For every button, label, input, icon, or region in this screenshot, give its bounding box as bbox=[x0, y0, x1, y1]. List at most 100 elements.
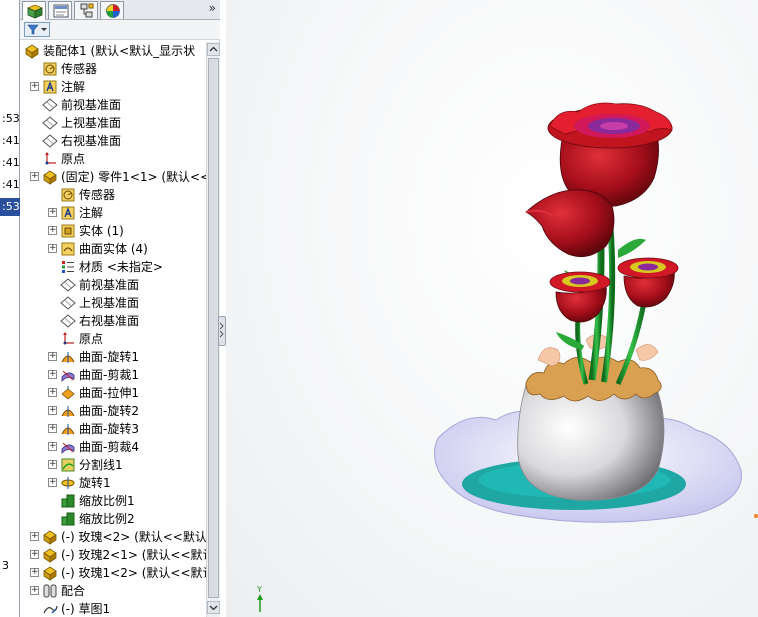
sensor-icon bbox=[42, 61, 58, 77]
surface-revolve-icon bbox=[60, 403, 76, 419]
expand-toggle[interactable]: + bbox=[30, 586, 39, 595]
propertymanager-tab[interactable] bbox=[48, 1, 72, 19]
tree-item-label: 传感器 bbox=[61, 62, 98, 76]
tree-item[interactable]: + 曲面-剪裁1 bbox=[20, 366, 206, 384]
tree-item-label: 曲面-剪裁4 bbox=[79, 440, 139, 454]
tree-item[interactable]: + 注解 bbox=[20, 78, 206, 96]
tree-item[interactable]: + (-) 玫瑰2<1> (默认<<默认 bbox=[20, 546, 206, 564]
filter-button[interactable] bbox=[24, 22, 50, 37]
tree-item[interactable]: + 实体 (1) bbox=[20, 222, 206, 240]
expand-toggle[interactable]: + bbox=[48, 352, 57, 361]
tree-item[interactable]: + 曲面-旋转3 bbox=[20, 420, 206, 438]
surface-trim-icon bbox=[60, 367, 76, 383]
scale-icon bbox=[60, 493, 76, 509]
tree-item[interactable]: 前视基准面 bbox=[20, 276, 206, 294]
tree-item-label: 前视基准面 bbox=[61, 98, 122, 112]
tree-item[interactable]: 上视基准面 bbox=[20, 114, 206, 132]
expand-toggle[interactable]: + bbox=[48, 442, 57, 451]
featuremanager-tab[interactable] bbox=[22, 1, 46, 20]
scroll-down-arrow[interactable] bbox=[207, 601, 220, 614]
tree-item[interactable]: + (-) 玫瑰<2> (默认<<默认 bbox=[20, 528, 206, 546]
annotation-icon bbox=[60, 205, 76, 221]
strip-row-selected[interactable]: :53 bbox=[0, 198, 20, 216]
tree-item-label: 实体 (1) bbox=[79, 224, 124, 238]
graphics-viewport[interactable]: Y bbox=[226, 0, 758, 617]
tree-item-label: 分割线1 bbox=[79, 458, 123, 472]
tree-root-assembly[interactable]: 装配体1 (默认<默认_显示状 bbox=[20, 42, 206, 60]
tree-item[interactable]: 缩放比例1 bbox=[20, 492, 206, 510]
tree-item[interactable]: + 分割线1 bbox=[20, 456, 206, 474]
tree-item[interactable]: 右视基准面 bbox=[20, 312, 206, 330]
tree-item[interactable]: + (-) 玫瑰1<2> (默认<<默认 bbox=[20, 564, 206, 582]
tree-item-label: 上视基准面 bbox=[79, 296, 140, 310]
tree-item[interactable]: + 配合 bbox=[20, 582, 206, 600]
tree-item[interactable]: + 曲面-旋转2 bbox=[20, 402, 206, 420]
expand-toggle[interactable]: + bbox=[48, 424, 57, 433]
expand-toggle[interactable]: + bbox=[48, 388, 57, 397]
strip-row: :41 bbox=[2, 178, 20, 191]
part-icon bbox=[42, 547, 58, 563]
expand-toggle[interactable]: + bbox=[48, 208, 57, 217]
surface-body-icon bbox=[60, 241, 76, 257]
expand-toggle[interactable]: + bbox=[48, 244, 57, 253]
tree-item[interactable]: 右视基准面 bbox=[20, 132, 206, 150]
tree-item[interactable]: 传感器 bbox=[20, 186, 206, 204]
part-icon bbox=[42, 565, 58, 581]
expand-toggle[interactable]: + bbox=[30, 172, 39, 181]
expand-toggle[interactable]: + bbox=[48, 460, 57, 469]
split-line-icon bbox=[60, 457, 76, 473]
mates-icon bbox=[42, 583, 58, 599]
tree-item[interactable]: + 曲面-旋转1 bbox=[20, 348, 206, 366]
expand-toggle[interactable]: + bbox=[30, 82, 39, 91]
part-icon bbox=[42, 529, 58, 545]
tree-item[interactable]: + 曲面-剪裁4 bbox=[20, 438, 206, 456]
strip-row: :41 bbox=[2, 156, 20, 169]
displaymanager-tab[interactable] bbox=[100, 1, 124, 19]
tree-item[interactable]: 上视基准面 bbox=[20, 294, 206, 312]
expand-toggle[interactable]: + bbox=[30, 550, 39, 559]
expand-toggle[interactable]: + bbox=[48, 406, 57, 415]
plane-icon bbox=[42, 133, 58, 149]
tree-item[interactable]: + 曲面实体 (4) bbox=[20, 240, 206, 258]
tree-item-label: 材质 <未指定> bbox=[79, 260, 163, 274]
tree-item[interactable]: 传感器 bbox=[20, 60, 206, 78]
tree-item[interactable]: + 注解 bbox=[20, 204, 206, 222]
tree-item[interactable]: 前视基准面 bbox=[20, 96, 206, 114]
more-tabs-button[interactable]: » bbox=[209, 1, 216, 15]
tree-item[interactable]: 材质 <未指定> bbox=[20, 258, 206, 276]
strip-row: :53 bbox=[2, 112, 20, 125]
tree-item-label: (-) 玫瑰<2> (默认<<默认 bbox=[61, 530, 206, 544]
configurationmanager-tab[interactable] bbox=[74, 1, 98, 19]
tree-item-label: 缩放比例1 bbox=[79, 494, 135, 508]
model-render[interactable]: Y bbox=[226, 0, 758, 617]
tree-item-label: 曲面-拉伸1 bbox=[79, 386, 139, 400]
expand-toggle[interactable]: + bbox=[48, 478, 57, 487]
tree-item[interactable]: 原点 bbox=[20, 330, 206, 348]
expand-toggle[interactable]: + bbox=[48, 226, 57, 235]
origin-icon bbox=[60, 331, 76, 347]
plane-icon bbox=[60, 313, 76, 329]
expand-toggle[interactable]: + bbox=[48, 370, 57, 379]
tree-item[interactable]: + 旋转1 bbox=[20, 474, 206, 492]
tree-item[interactable]: 缩放比例2 bbox=[20, 510, 206, 528]
part-icon bbox=[42, 169, 58, 185]
tree-item-label: 前视基准面 bbox=[79, 278, 140, 292]
filter-bar bbox=[20, 20, 220, 40]
expand-toggle[interactable]: + bbox=[30, 532, 39, 541]
tree-item[interactable]: 原点 bbox=[20, 150, 206, 168]
origin-icon bbox=[42, 151, 58, 167]
plane-icon bbox=[60, 295, 76, 311]
tree-item[interactable]: + (固定) 零件1<1> (默认<< bbox=[20, 168, 206, 186]
tree-item-label: 曲面-旋转2 bbox=[79, 404, 139, 418]
scroll-up-arrow[interactable] bbox=[207, 43, 220, 56]
tree-item-label: (-) 玫瑰2<1> (默认<<默认 bbox=[61, 548, 206, 562]
view-triad: Y bbox=[256, 585, 263, 612]
surface-trim-icon bbox=[60, 439, 76, 455]
feature-manager-panel: » 装配体1 (默认<默认_显示状 传感器 + 注解 前视基准面 上视基准面 右视基准面 原点… bbox=[20, 0, 220, 617]
expand-toggle[interactable]: + bbox=[30, 568, 39, 577]
panel-splitter-handle[interactable] bbox=[218, 316, 226, 346]
tree-item[interactable]: + 曲面-拉伸1 bbox=[20, 384, 206, 402]
propertymanager-icon bbox=[53, 4, 69, 18]
tree-item[interactable]: (-) 草图1 bbox=[20, 600, 206, 617]
tree-item-label: 曲面实体 (4) bbox=[79, 242, 148, 256]
